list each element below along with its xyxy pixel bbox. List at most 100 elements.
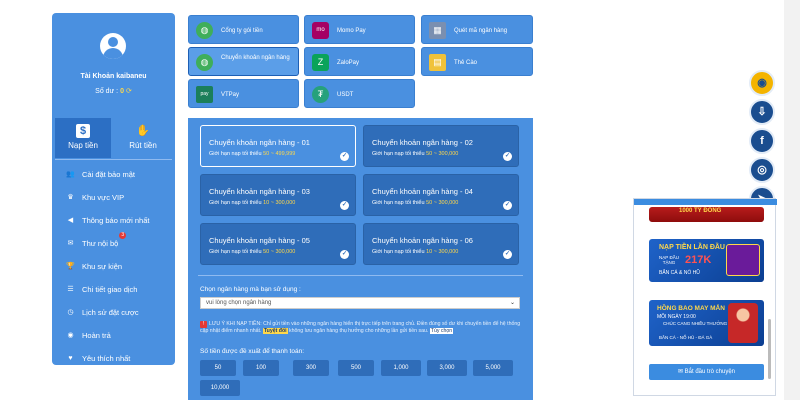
- method-zalopay[interactable]: Z ZaloPay: [304, 47, 415, 76]
- method-label: Chuyển khoản ngân hàng: [221, 55, 290, 61]
- amount-option[interactable]: 1,000: [381, 360, 421, 376]
- tab-deposit-label: Nạp tiền: [68, 141, 98, 150]
- facebook-icon[interactable]: f: [749, 128, 775, 154]
- amount-option[interactable]: 3,000: [427, 360, 467, 376]
- bank-title: Chuyển khoản ngân hàng - 02: [372, 138, 473, 147]
- method-label: VTPay: [221, 92, 240, 98]
- bank-title: Chuyển khoản ngân hàng - 05: [209, 236, 310, 245]
- tether-icon: ₮: [312, 86, 329, 103]
- promo-text: 1000 TỶ ĐỒNG: [679, 208, 722, 214]
- unread-badge: 3: [119, 232, 127, 239]
- logo-icon[interactable]: ◉: [749, 70, 775, 96]
- bank-limit: Giới hạn nạp tối thiểu 50 ~ 499,999: [209, 151, 296, 157]
- check-icon: ✓: [340, 152, 349, 161]
- sidebar-item-mail[interactable]: ✉ Thư nội bộ3: [52, 232, 175, 255]
- refund-icon: ◉: [67, 332, 74, 339]
- method-label: Momo Pay: [337, 28, 366, 34]
- promo-sub: MỖI NGÀY 19:00: [657, 314, 696, 320]
- sidebar-item-security[interactable]: 👥 Cài đặt bảo mật: [52, 163, 175, 186]
- check-icon: ✓: [503, 250, 512, 259]
- method-label: ZaloPay: [337, 60, 360, 66]
- history-icon: ◷: [67, 309, 74, 316]
- momo-icon: mo: [312, 22, 329, 39]
- sidebar-item-bet-history[interactable]: ◷ Lịch sử đặt cược: [52, 301, 175, 324]
- promo-illustration: [728, 303, 758, 343]
- method-usdt[interactable]: ₮ USDT: [304, 79, 415, 108]
- bank-title: Chuyển khoản ngân hàng - 06: [372, 236, 473, 245]
- sidebar-item-label: Cài đặt bảo mật: [82, 170, 135, 179]
- page-scrollbar[interactable]: [784, 0, 800, 400]
- account-sidebar: Tài Khoản kaibaneu Số dư : 0 ⟳ $ Nạp tiề…: [52, 13, 175, 365]
- check-icon: ✓: [340, 250, 349, 259]
- promo-header-bar: [634, 199, 777, 205]
- users-icon: 👥: [66, 171, 75, 178]
- bank-limit: Giới hạn nạp tối thiểu 10 ~ 300,000: [372, 249, 459, 255]
- sidebar-item-label: Khu vực VIP: [82, 193, 125, 202]
- amount-option[interactable]: 300: [293, 360, 329, 376]
- promo-amount: 217K: [685, 254, 712, 266]
- method-vtpay[interactable]: pay VTPay: [188, 79, 299, 108]
- megaphone-icon: ◀: [67, 217, 74, 224]
- bank-option-02[interactable]: Chuyển khoản ngân hàng - 02 Giới hạn nạp…: [363, 125, 519, 167]
- tab-withdraw-label: Rút tiền: [129, 141, 157, 150]
- amount-option[interactable]: 100: [243, 360, 279, 376]
- download-icon[interactable]: ⇩: [749, 99, 775, 125]
- bank-limit: Giới hạn nạp tối thiểu 50 ~ 300,000: [209, 249, 296, 255]
- tab-deposit[interactable]: $ Nạp tiền: [55, 118, 111, 158]
- avatar[interactable]: [100, 33, 126, 59]
- globe-icon: ◍: [196, 22, 213, 39]
- method-scratch-card[interactable]: ▤ Thẻ Cào: [421, 47, 533, 76]
- start-chat-button[interactable]: ✉ Bắt đầu trò chuyện: [649, 364, 764, 380]
- dollar-icon: $: [76, 124, 90, 138]
- mail-icon: ✉: [67, 240, 74, 247]
- sidebar-item-events[interactable]: 🏆 Khu sự kiện: [52, 255, 175, 278]
- bank-title: Chuyển khoản ngân hàng - 03: [209, 187, 310, 196]
- divider: [198, 275, 523, 276]
- bank-limit: Giới hạn nạp tối thiểu 50 ~ 300,000: [372, 151, 459, 157]
- instagram-icon[interactable]: ◎: [749, 157, 775, 183]
- refresh-icon[interactable]: ⟳: [126, 88, 132, 95]
- notice-text: không lưu ngân hàng thụ hưởng cho những …: [289, 328, 429, 334]
- amount-option[interactable]: 50: [200, 360, 236, 376]
- bank-limit: Giới hạn nạp tối thiểu 10 ~ 300,000: [209, 200, 296, 206]
- check-icon: ✓: [340, 201, 349, 210]
- account-name: Tài Khoản kaibaneu: [80, 73, 147, 80]
- promo-scrollbar[interactable]: [768, 319, 771, 379]
- promo-banner-lucky-envelope[interactable]: HỒNG BAO MAY MẮN MỖI NGÀY 19:00 CHÚC CAN…: [649, 300, 764, 346]
- promo-banner-first-deposit[interactable]: NẠP TIỀN LẦN ĐẦU NẠP ĐẦU TẶNG 217K BẮN C…: [649, 239, 764, 282]
- amount-option[interactable]: 5,000: [473, 360, 513, 376]
- bank-option-04[interactable]: Chuyển khoản ngân hàng - 04 Giới hạn nạp…: [363, 174, 519, 216]
- check-icon: ✓: [503, 152, 512, 161]
- sidebar-menu: 👥 Cài đặt bảo mật ♛ Khu vực VIP ◀ Thông báo…: [52, 163, 175, 370]
- method-qr-bank[interactable]: ▦ Quét mã ngân hàng: [421, 15, 533, 44]
- sidebar-item-news[interactable]: ◀ Thông báo mới nhất: [52, 209, 175, 232]
- bank-title: Chuyển khoản ngân hàng - 04: [372, 187, 473, 196]
- promo-title: HỒNG BAO MAY MẮN: [657, 305, 725, 312]
- sidebar-item-refund[interactable]: ◉ Hoàn trả: [52, 324, 175, 347]
- notice-highlight: Tuyệt đối: [262, 328, 288, 334]
- sidebar-item-transactions[interactable]: ☰ Chi tiết giao dịch: [52, 278, 175, 301]
- bank-option-03[interactable]: Chuyển khoản ngân hàng - 03 Giới hạn nạp…: [200, 174, 356, 216]
- balance-value: 0: [120, 88, 124, 95]
- sidebar-item-favorites[interactable]: ♥ Yêu thích nhất: [52, 347, 175, 370]
- method-label: Quét mã ngân hàng: [454, 28, 508, 34]
- zalopay-icon: Z: [312, 54, 329, 71]
- method-payment-gateway[interactable]: ◍ Cổng ty gói tiền: [188, 15, 299, 44]
- method-bank-transfer[interactable]: ◍ Chuyển khoản ngân hàng: [188, 47, 299, 76]
- bank-option-06[interactable]: Chuyển khoản ngân hàng - 06 Giới hạn nạp…: [363, 223, 519, 265]
- deposit-notice: ! LƯU Ý KHI NẠP TIỀN: Chỉ gửi tiền vào nh…: [200, 321, 522, 335]
- notice-option-tag[interactable]: Tùy chọn: [429, 328, 454, 334]
- tab-withdraw[interactable]: ✋ Rút tiền: [114, 118, 172, 158]
- amount-option[interactable]: 10,000: [200, 380, 240, 396]
- method-momo[interactable]: mo Momo Pay: [304, 15, 415, 44]
- promo-banner-jackpot[interactable]: 1000 TỶ ĐỒNG: [649, 207, 764, 222]
- sidebar-item-vip[interactable]: ♛ Khu vực VIP: [52, 186, 175, 209]
- qr-icon: ▦: [429, 22, 446, 39]
- bank-option-05[interactable]: Chuyển khoản ngân hàng - 05 Giới hạn nạp…: [200, 223, 356, 265]
- chevron-down-icon: ⌄: [509, 300, 515, 306]
- bank-select[interactable]: vui lòng chọn ngân hàng ⌄: [200, 297, 520, 309]
- bank-option-01[interactable]: Chuyển khoản ngân hàng - 01 Giới hạn nạp…: [200, 125, 356, 167]
- globe-icon: ◍: [196, 54, 213, 71]
- amount-option[interactable]: 500: [338, 360, 374, 376]
- promo-title: NẠP TIỀN LẦN ĐẦU: [659, 244, 725, 251]
